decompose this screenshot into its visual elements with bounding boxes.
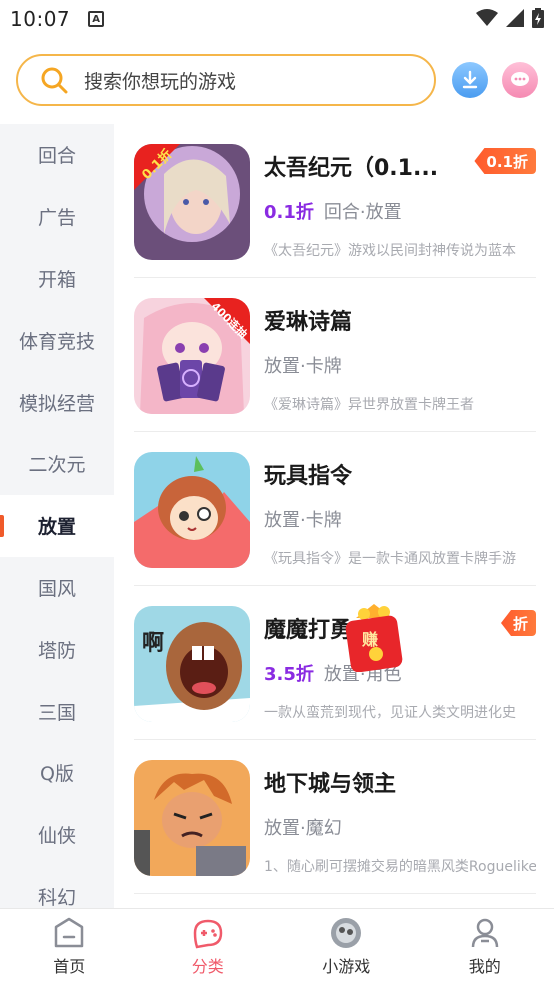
game-row[interactable]: 玩具指令 放置·卡牌 《玩具指令》是一款卡通风放置卡牌手游 <box>134 432 536 586</box>
game-list: 0.1折 太吾纪元（0.1... 0.1折 回合·放置 《太吾纪元》游戏以民间封… <box>114 124 554 908</box>
game-description: 《太吾纪元》游戏以民间封神传说为蓝本 <box>264 243 516 259</box>
status-bar: 10:07 A <box>0 0 554 38</box>
status-time: 10:07 <box>10 7 71 31</box>
game-row[interactable]: 啊 魔魔打勇士 3.5折 放置·角色 一款从蛮荒到现代，见证人类文明进化史 折 <box>134 586 536 740</box>
category-item[interactable]: 体育竞技 <box>0 309 114 371</box>
game-tags: 放置·魔幻 <box>264 818 342 839</box>
search-icon <box>41 67 68 94</box>
game-row[interactable]: 0.1折 太吾纪元（0.1... 0.1折 回合·放置 《太吾纪元》游戏以民间封… <box>134 124 536 278</box>
category-item[interactable]: 三国 <box>0 680 114 742</box>
profile-icon <box>471 918 498 948</box>
game-tags: 放置·卡牌 <box>264 510 342 531</box>
category-item[interactable]: 国风 <box>0 557 114 619</box>
game-description: 1、随心刷可摆摊交易的暗黑风类Roguelike <box>264 859 536 875</box>
message-button[interactable] <box>502 62 538 98</box>
nav-home[interactable]: 首页 <box>0 909 139 986</box>
discount-label: 3.5折 <box>264 664 314 685</box>
game-meta: 放置·卡牌 <box>264 506 342 532</box>
nav-category[interactable]: 分类 <box>139 909 278 986</box>
screaming-beaver-icon: 啊 <box>134 606 250 722</box>
cartoon-girl-icon <box>134 452 250 568</box>
game-icon-dungeon[interactable] <box>134 760 250 876</box>
mini-game-icon <box>331 918 362 948</box>
category-item[interactable]: 塔防 <box>0 618 114 680</box>
gamepad-icon <box>193 919 223 949</box>
nav-label: 我的 <box>468 957 501 976</box>
category-item[interactable]: 模拟经营 <box>0 371 114 433</box>
wifi-icon <box>476 9 498 26</box>
game-icon-momo[interactable]: 啊 <box>134 606 250 722</box>
game-name: 玩具指令 <box>264 464 353 489</box>
search-input[interactable]: 搜索你想玩的游戏 <box>16 54 436 106</box>
nav-label: 小游戏 <box>322 957 371 976</box>
battery-icon <box>532 8 544 28</box>
red-packet-label: 赚 <box>362 630 379 649</box>
game-icon-ailin[interactable]: 400连抽 <box>134 298 250 414</box>
nav-profile[interactable]: 我的 <box>416 909 554 986</box>
game-meta: 放置·卡牌 <box>264 352 342 378</box>
category-item[interactable]: Q版 <box>0 742 114 804</box>
game-meta: 0.1折 回合·放置 <box>264 198 402 224</box>
game-tags: 放置·卡牌 <box>264 356 342 377</box>
red-packet-button[interactable]: 赚 <box>344 604 404 673</box>
category-sidebar: 回合 广告 开箱 体育竞技 模拟经营 二次元 放置 国风 塔防 三国 Q版 仙侠… <box>0 124 114 908</box>
game-name: 爱琳诗篇 <box>264 310 353 335</box>
category-item[interactable]: 二次元 <box>0 433 114 495</box>
notification-a-icon: A <box>88 11 105 27</box>
discount-label: 0.1折 <box>264 202 314 223</box>
game-name: 太吾纪元（0.1... <box>264 156 439 181</box>
home-icon <box>55 917 84 948</box>
signal-icon <box>506 9 524 27</box>
category-item-active[interactable]: 放置 <box>0 494 114 557</box>
game-icon-taiwu[interactable]: 0.1折 <box>134 144 250 260</box>
discount-badge: 折 <box>500 610 536 636</box>
game-description: 一款从蛮荒到现代，见证人类文明进化史 <box>264 705 516 721</box>
nav-mini-game[interactable]: 小游戏 <box>277 909 416 986</box>
nav-label: 首页 <box>53 957 86 976</box>
search-placeholder: 搜索你想玩的游戏 <box>84 70 237 93</box>
game-description: 《玩具指令》是一款卡通风放置卡牌手游 <box>264 551 516 567</box>
discount-badge: 0.1折 <box>474 148 536 174</box>
game-tags: 回合·放置 <box>323 202 402 223</box>
nav-label: 分类 <box>191 957 224 976</box>
game-meta: 放置·魔幻 <box>264 814 342 840</box>
category-item[interactable]: 开箱 <box>0 248 114 310</box>
category-item[interactable]: 科幻 <box>0 866 114 908</box>
download-icon <box>462 70 478 89</box>
game-row[interactable]: 地下城与领主 放置·魔幻 1、随心刷可摆摊交易的暗黑风类Roguelike <box>134 740 536 894</box>
svg-text:啊: 啊 <box>142 631 164 656</box>
category-item[interactable]: 仙侠 <box>0 804 114 866</box>
bottom-nav: 首页 分类 小游戏 我的 <box>0 908 554 986</box>
category-item[interactable]: 广告 <box>0 186 114 248</box>
chat-bubble-icon <box>511 72 529 86</box>
status-icons <box>476 8 544 28</box>
game-row[interactable]: 400连抽 爱琳诗篇 放置·卡牌 《爱琳诗篇》异世界放置卡牌王者 <box>134 278 536 432</box>
game-icon-wanju[interactable] <box>134 452 250 568</box>
game-description: 《爱琳诗篇》异世界放置卡牌王者 <box>264 397 474 413</box>
download-button[interactable] <box>452 62 488 98</box>
warrior-character-icon <box>134 760 250 876</box>
game-name: 地下城与领主 <box>264 772 397 797</box>
category-item[interactable]: 回合 <box>0 124 114 186</box>
